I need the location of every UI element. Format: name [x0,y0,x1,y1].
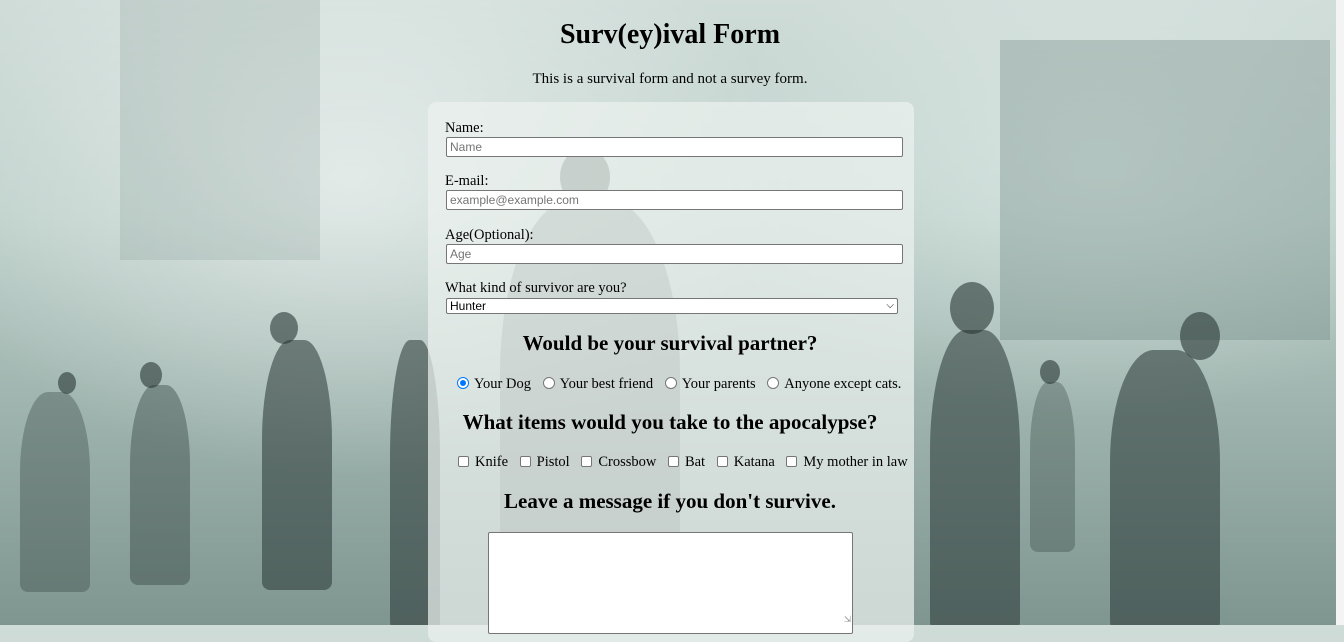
page-description: This is a survival form and not a survey… [532,71,808,87]
checkbox[interactable] [581,456,593,467]
item-katana[interactable]: Katana [716,454,775,471]
checkbox[interactable] [458,456,469,467]
partner-options: Your Dog Your best friend Your parents A… [457,376,909,393]
message-heading: Leave a message if you don't survive. [504,489,836,513]
item-mother-in-law[interactable]: My mother in law [786,454,908,471]
partner-option-dog[interactable]: Your Dog [457,376,531,393]
radio-button[interactable] [457,377,469,389]
partner-option-best-friend[interactable]: Your best friend [542,376,653,393]
radio-button[interactable] [542,377,555,389]
partner-option-parents[interactable]: Your parents [664,376,756,393]
chevron-down-icon: ⌵ [886,300,894,311]
item-knife[interactable]: Knife [458,454,508,471]
survivor-type-value: Hunter [450,299,487,313]
name-input[interactable]: Name [446,137,903,157]
age-label: Age(Optional): [445,227,534,243]
survivor-type-label: What kind of survivor are you? [445,280,627,296]
item-bat[interactable]: Bat [667,454,705,471]
survivor-type-select[interactable]: Hunter ⌵ [446,298,898,314]
page-title: Surv(ey)ival Form [559,19,781,50]
checkbox[interactable] [786,456,798,467]
partner-heading: Would be your survival partner? [522,331,818,355]
email-label: E-mail: [445,173,489,189]
age-input[interactable]: Age [446,244,903,264]
item-pistol[interactable]: Pistol [519,454,570,471]
checkbox[interactable] [667,456,679,467]
radio-button[interactable] [664,377,677,389]
message-textarea[interactable]: ⇲ [488,532,853,634]
name-label: Name: [445,120,484,136]
items-options: Knife Pistol Crossbow Bat Katana My moth… [458,454,916,471]
radio-button[interactable] [767,377,780,389]
checkbox[interactable] [716,456,728,467]
items-heading: What items would you take to the apocaly… [462,410,878,434]
email-input[interactable]: example@example.com [446,190,903,210]
partner-option-except-cats[interactable]: Anyone except cats. [767,376,901,393]
page-edge [1336,0,1344,625]
item-crossbow[interactable]: Crossbow [581,454,656,471]
checkbox[interactable] [519,456,531,467]
resize-handle-icon[interactable]: ⇲ [843,614,851,625]
